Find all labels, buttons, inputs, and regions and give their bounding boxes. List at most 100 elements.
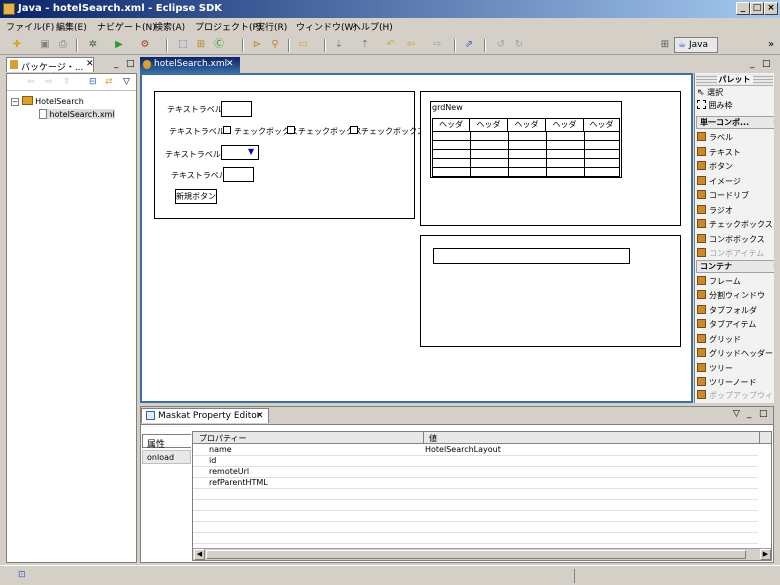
menu-file[interactable]: ファイル(F) <box>6 20 54 33</box>
palette-item-label-comp[interactable]: ラベル <box>697 132 774 146</box>
text-frame[interactable] <box>420 235 681 347</box>
dropdown-arrow-icon[interactable]: ▼ <box>248 147 254 156</box>
text-label[interactable]: テキストラベル <box>165 149 221 160</box>
new-package-icon[interactable]: ⊞ <box>194 38 208 52</box>
up-icon[interactable]: ⇧ <box>63 77 71 87</box>
search-icon[interactable]: ⚲ <box>268 38 282 52</box>
grid-grdnew[interactable]: grdNew ヘッダ ヘッダ ヘッダ ヘッダ ヘッダ <box>430 101 622 178</box>
open-folder-icon[interactable]: ▭ <box>296 38 310 52</box>
minimize-button[interactable]: _ <box>736 2 750 15</box>
palette-select-tool[interactable]: ⇖ 選択 <box>697 87 774 101</box>
menu-window[interactable]: ウィンドウ(W) <box>296 20 357 33</box>
checkbox-label[interactable]: チェックボックス <box>361 126 425 137</box>
link-editor-icon[interactable]: ⇄ <box>105 77 113 87</box>
menu-navigate[interactable]: ナビゲート(N) <box>97 20 156 33</box>
property-row[interactable]: refParentHTML <box>193 478 758 489</box>
debug-icon[interactable]: ✲ <box>86 38 100 52</box>
tab-package-explorer[interactable]: パッケージ・... <box>6 57 94 73</box>
tab-attributes[interactable]: 属性 <box>142 434 191 450</box>
new-java-project-icon[interactable]: ⬚ <box>176 38 190 52</box>
grid-header-cell[interactable]: ヘッダ <box>469 118 508 132</box>
property-row[interactable]: id <box>193 456 758 467</box>
palette-item-tree[interactable]: ツリー <box>697 363 774 377</box>
palette-item-popup-window[interactable]: ポップアップウィ <box>697 390 774 403</box>
export-icon[interactable]: ⇗ <box>462 38 476 52</box>
wide-text-field[interactable] <box>433 248 630 264</box>
palette-item-split-window[interactable]: 分割ウィンドウ <box>697 290 774 304</box>
palette-item-image[interactable]: イメージ <box>697 176 774 190</box>
grid-frame[interactable]: grdNew ヘッダ ヘッダ ヘッダ ヘッダ ヘッダ <box>420 91 681 226</box>
column-header-value[interactable]: 値 <box>429 433 437 444</box>
combo-box[interactable]: ▼ <box>221 145 259 160</box>
collapse-toggle-icon[interactable]: − <box>11 98 19 106</box>
pin-icon[interactable]: ✦ <box>772 261 774 270</box>
tree-item-file[interactable]: hotelSearch.xml <box>39 109 115 119</box>
grid-header-cell[interactable]: ヘッダ <box>432 118 470 132</box>
close-icon[interactable]: ✕ <box>86 59 94 69</box>
grid-header-cell[interactable]: ヘッダ <box>545 118 584 132</box>
palette-marquee-tool[interactable]: 囲み枠 <box>697 100 774 114</box>
palette-item-button[interactable]: ボタン <box>697 161 774 175</box>
view-menu-icon[interactable]: ▽ <box>733 409 740 419</box>
close-icon[interactable]: ✕ <box>256 411 264 421</box>
maximize-button[interactable]: □ <box>750 2 764 15</box>
menu-run[interactable]: 実行(R) <box>256 20 287 33</box>
forward-icon[interactable]: ⇨ <box>430 38 444 52</box>
minimize-view-icon[interactable]: _ <box>747 409 752 419</box>
checkbox[interactable] <box>287 126 295 134</box>
external-tools-icon[interactable]: ⚙ <box>138 38 152 52</box>
back-icon[interactable]: ⇦ <box>27 77 35 87</box>
menu-help[interactable]: ヘルプ(H) <box>352 20 393 33</box>
save-icon[interactable]: ▣ <box>38 38 52 52</box>
next-annotation-icon[interactable]: ⇣ <box>332 38 346 52</box>
new-button[interactable]: 新規ボタン <box>175 189 217 204</box>
property-row[interactable]: remoteUrl <box>193 467 758 478</box>
text-field[interactable] <box>223 167 254 182</box>
grid-header-cell[interactable]: ヘッダ <box>583 118 620 132</box>
forward-icon[interactable]: ⇨ <box>45 77 53 87</box>
new-icon[interactable]: ✚ <box>10 38 24 52</box>
close-icon[interactable]: ✕ <box>226 59 234 69</box>
layout-canvas[interactable]: テキストラベル テキストラベル チェックボックス チェックボックス チェックボッ… <box>140 73 693 403</box>
back-icon[interactable]: ⇦ <box>404 38 418 52</box>
text-label[interactable]: テキストラベル <box>167 104 223 115</box>
minimize-view-icon[interactable]: _ <box>114 59 119 69</box>
collapse-all-icon[interactable]: ⊟ <box>89 77 97 87</box>
grid-body[interactable] <box>432 131 620 177</box>
checkbox[interactable] <box>350 126 358 134</box>
palette-item-combobox[interactable]: コンボボックス <box>697 234 774 248</box>
tab-onload[interactable]: onload <box>142 450 191 464</box>
menu-project[interactable]: プロジェクト(P) <box>195 20 261 33</box>
palette-item-grid[interactable]: グリッド <box>697 334 774 348</box>
more-perspectives-icon[interactable]: » <box>764 38 778 52</box>
palette-item-grid-header[interactable]: グリッドヘッダー <box>697 348 774 362</box>
minimize-view-icon[interactable]: _ <box>750 59 755 69</box>
text-field[interactable] <box>221 101 252 117</box>
palette-title[interactable]: パレット <box>696 74 773 86</box>
palette-item-tab-folder[interactable]: タブフォルダ <box>697 305 774 319</box>
redo-icon[interactable]: ↻ <box>512 38 526 52</box>
text-label[interactable]: テキストラベル <box>169 126 225 137</box>
perspective-java[interactable]: ☕ Java <box>674 37 718 53</box>
checkbox[interactable] <box>223 126 231 134</box>
property-value[interactable]: HotelSearchLayout <box>425 445 501 454</box>
maximize-view-icon[interactable]: □ <box>762 59 771 69</box>
tab-maskat-property-editor[interactable]: Maskat Property Editor ✕ <box>141 408 269 423</box>
palette-item-radio[interactable]: ラジオ <box>697 205 774 219</box>
grid-table[interactable]: ヘッダ ヘッダ ヘッダ ヘッダ ヘッダ <box>432 118 620 177</box>
undo-icon[interactable]: ↺ <box>494 38 508 52</box>
scroll-right-icon[interactable]: ▶ <box>760 549 771 560</box>
maximize-view-icon[interactable]: □ <box>759 409 768 419</box>
scroll-left-icon[interactable]: ◀ <box>194 549 205 560</box>
property-row[interactable]: name HotelSearchLayout <box>193 445 758 456</box>
palette-drawer-single[interactable]: 単一コンポ... ✦ <box>696 116 774 129</box>
new-class-icon[interactable]: Ⓒ <box>212 38 226 52</box>
column-header-property[interactable]: プロパティー <box>199 433 247 444</box>
palette-item-text[interactable]: テキスト <box>697 147 774 161</box>
menu-search[interactable]: 検索(A) <box>154 20 185 33</box>
palette-item-frame[interactable]: フレーム <box>697 276 774 290</box>
tab-hotelsearch-xml[interactable]: hotelSearch.xml ✕ <box>140 57 240 73</box>
grid-header-cell[interactable]: ヘッダ <box>507 118 546 132</box>
horizontal-scrollbar[interactable]: ◀ ▶ <box>193 548 771 560</box>
previous-annotation-icon[interactable]: ⇡ <box>358 38 372 52</box>
